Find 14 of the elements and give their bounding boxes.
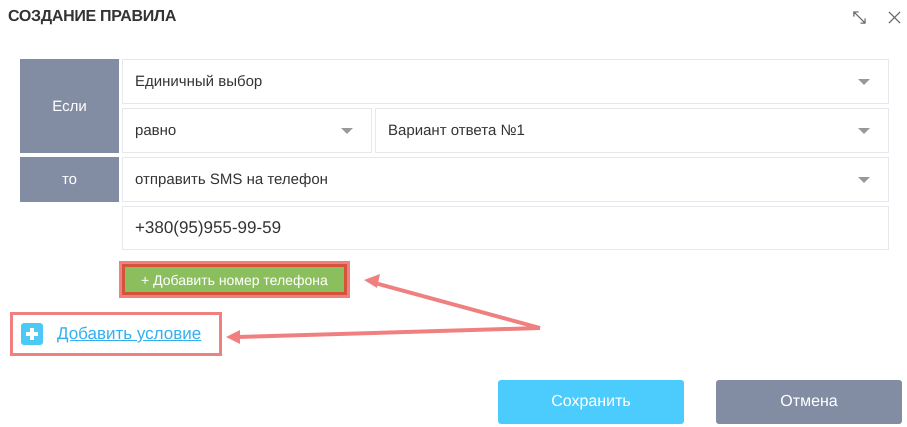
dropdown[interactable]: Вариант ответа №1: [375, 108, 889, 153]
caret-icon: [858, 78, 870, 84]
dialog-title: СОЗДАНИЕ ПРАВИЛА: [8, 8, 176, 26]
dropdown[interactable]: отправить SMS на телефон: [122, 157, 889, 202]
expand-icon[interactable]: [853, 10, 866, 24]
dropdown[interactable]: равно: [122, 108, 372, 153]
caret-icon: [858, 128, 870, 134]
phone-field[interactable]: +380(95)955-99-59: [122, 206, 889, 250]
caret-icon: [341, 128, 353, 134]
close-icon[interactable]: [888, 10, 901, 24]
condition-label: Если: [20, 59, 119, 153]
caret-icon: [858, 176, 870, 182]
dropdown[interactable]: Единичный выбор: [122, 59, 889, 104]
action-label: то: [20, 157, 119, 202]
